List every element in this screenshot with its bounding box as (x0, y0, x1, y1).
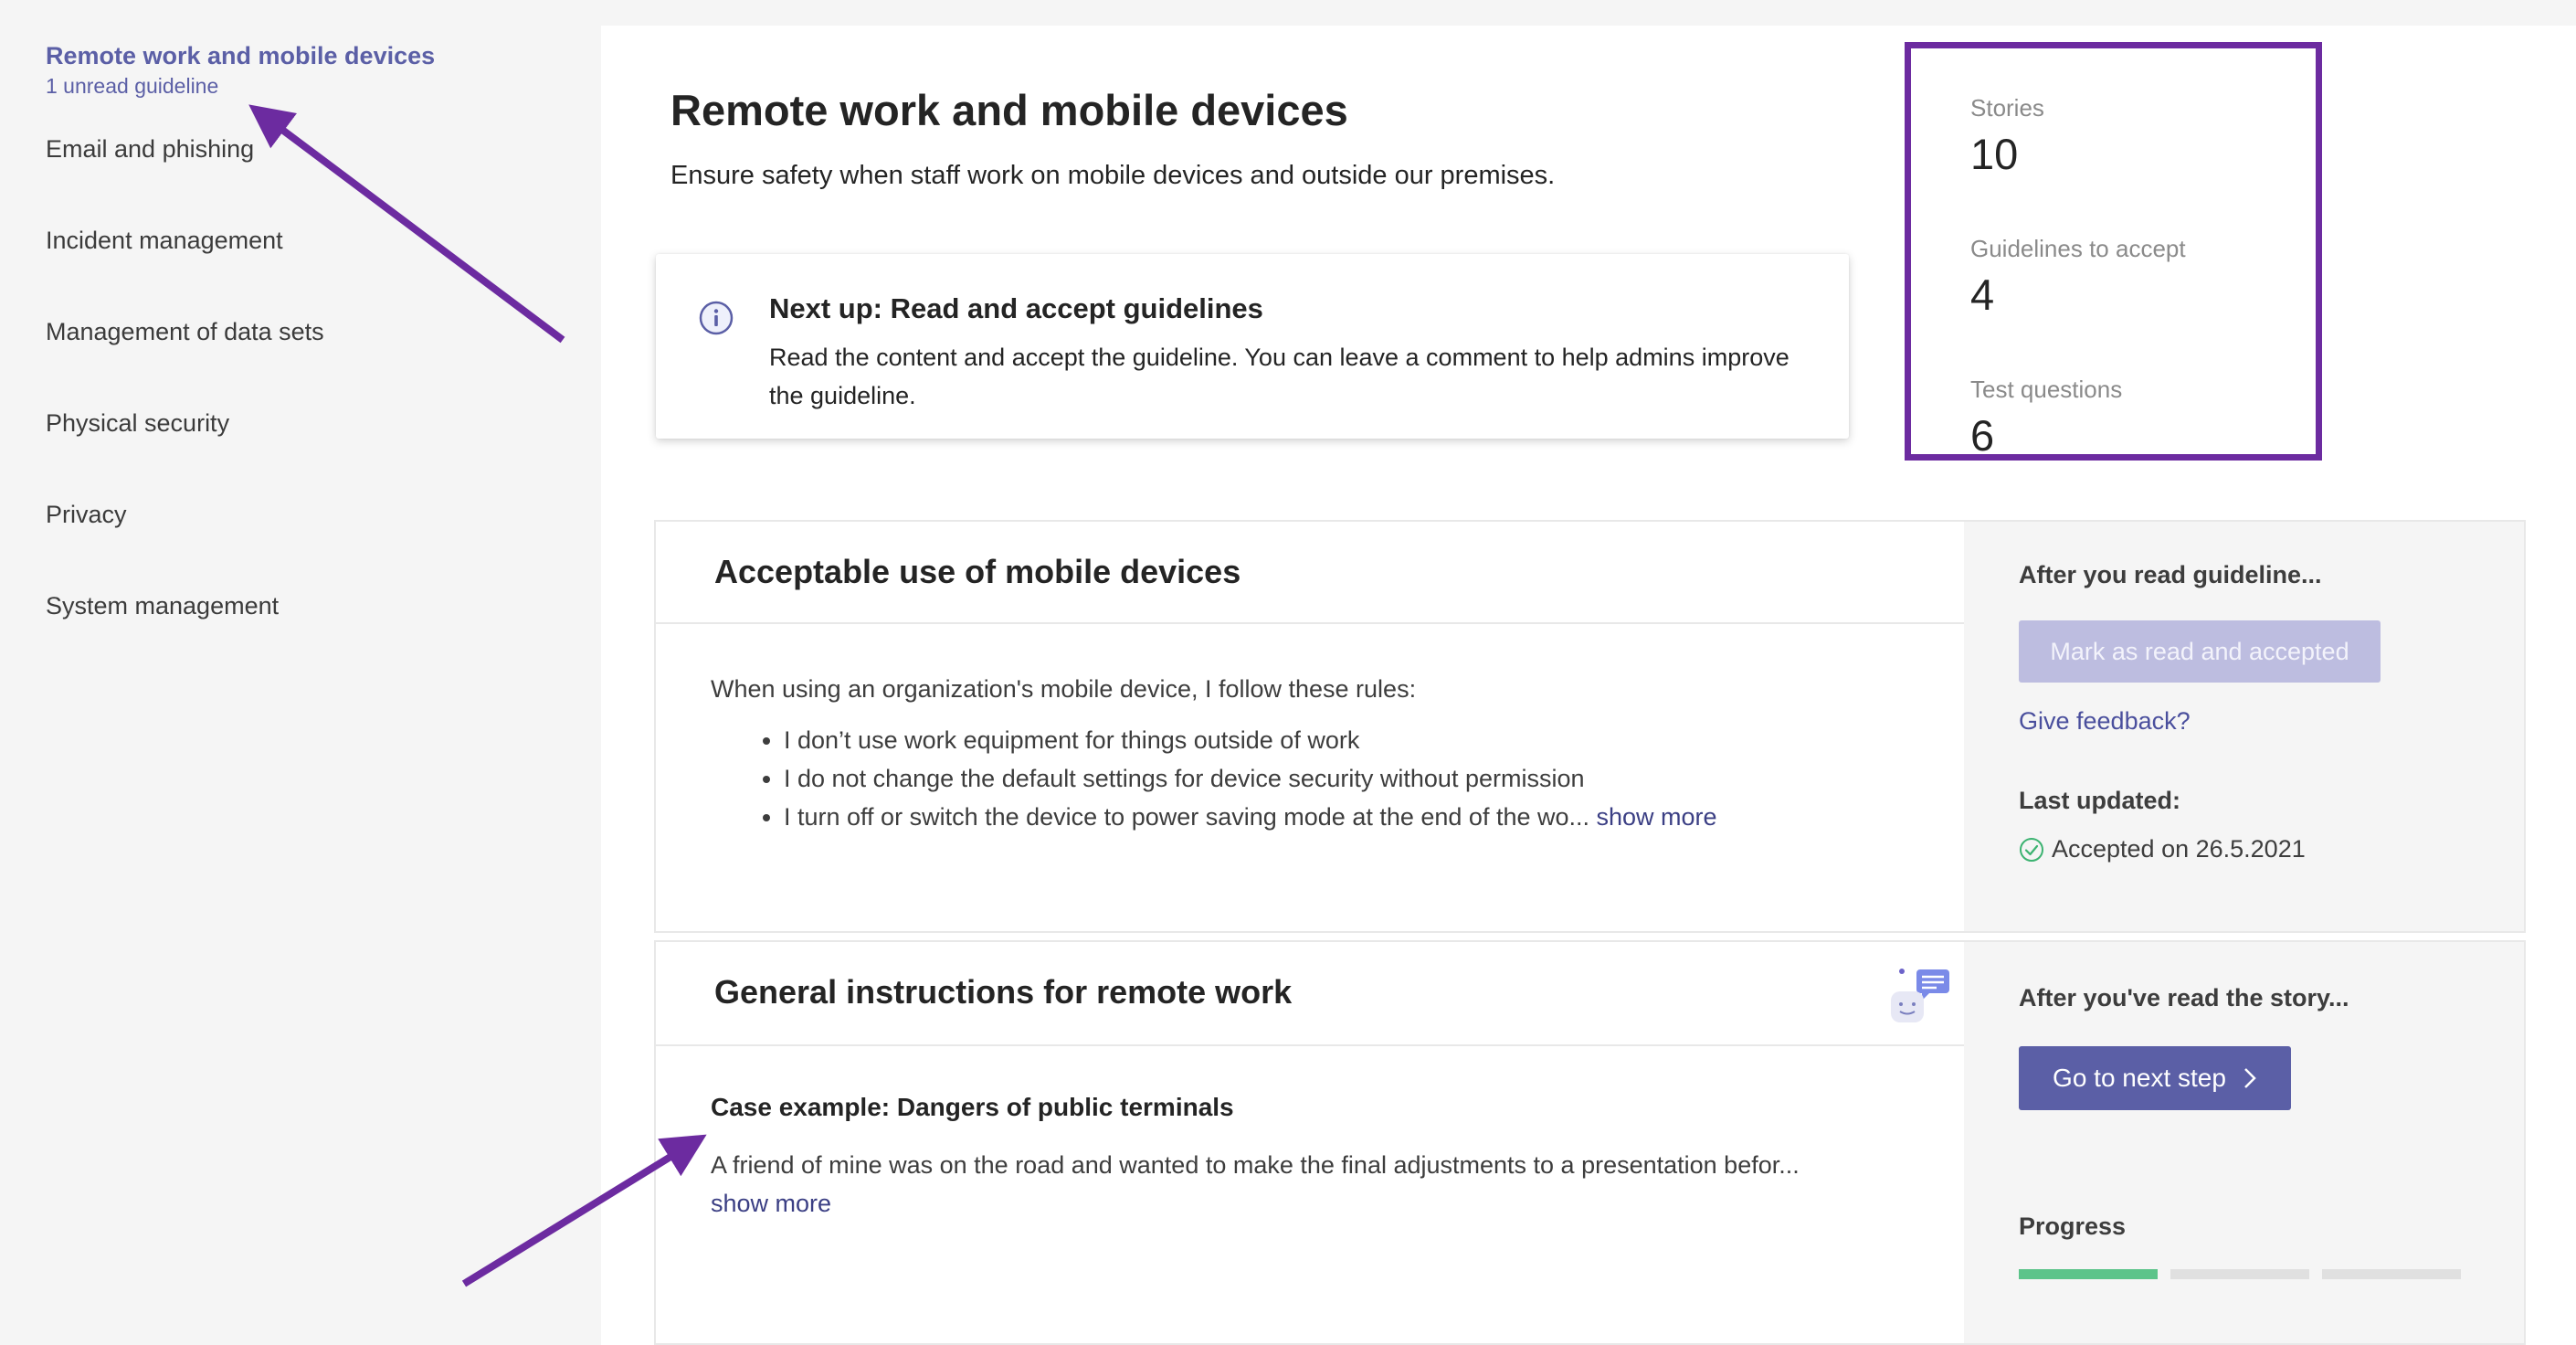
show-more-link[interactable]: show more (711, 1190, 831, 1217)
sidebar-item-system-management[interactable]: System management (46, 592, 279, 620)
case-example-title: Case example: Dangers of public terminal… (711, 1093, 1234, 1121)
after-story-heading: After you've read the story... (2019, 984, 2349, 1011)
mark-read-button[interactable]: Mark as read and accepted (2019, 620, 2381, 683)
check-circle-icon (2020, 837, 2043, 862)
progress-label: Progress (2019, 1213, 2127, 1240)
test-questions-label: Test questions (1970, 376, 2123, 403)
chevron-right-icon (2244, 1068, 2256, 1088)
next-up-text: Read the content and accept the guidelin… (769, 344, 1789, 409)
guideline-rules-list: I don’t use work equipment for things ou… (711, 721, 1717, 836)
progress-segment (2170, 1269, 2309, 1279)
guideline-header: Acceptable use of mobile devices (656, 522, 1964, 624)
story-card: General instructions for remote work Cas… (654, 940, 2526, 1345)
sidebar-item-label: System management (46, 592, 280, 620)
case-example-text: A friend of mine was on the road and wan… (711, 1146, 1807, 1223)
sidebar-item-remote-work[interactable]: Remote work and mobile devices 1 unread … (46, 42, 435, 99)
list-item: I do not change the default settings for… (784, 759, 1717, 798)
stories-value: 10 (1970, 130, 2019, 178)
case-excerpt: A friend of mine was on the road and wan… (711, 1151, 1800, 1179)
list-item: I turn off or switch the device to power… (784, 798, 1717, 836)
accepted-date: Accepted on 26.5.2021 (2052, 835, 2306, 863)
sidebar-item-physical-security[interactable]: Physical security (46, 409, 229, 438)
sidebar-item-label: Privacy (46, 501, 127, 528)
guideline-actions: After you read guideline... Mark as read… (1964, 522, 2524, 931)
sidebar-item-privacy[interactable]: Privacy (46, 501, 127, 529)
unread-count: 1 unread guideline (46, 74, 219, 98)
guideline-title: Acceptable use of mobile devices (714, 553, 1241, 590)
page-title: Remote work and mobile devices (670, 86, 1348, 134)
accepted-status: Accepted on 26.5.2021 (2019, 835, 2306, 863)
sidebar-item-label: Email and phishing (46, 135, 255, 163)
chat-bot-icon (1891, 969, 1949, 1022)
sidebar: Remote work and mobile devices 1 unread … (0, 0, 601, 1345)
give-feedback-link[interactable]: Give feedback? (2019, 707, 2191, 736)
guideline-card: Acceptable use of mobile devices When us… (654, 520, 2526, 933)
page-description: Ensure safety when staff work on mobile … (670, 161, 1556, 190)
sidebar-item-label: Remote work and mobile devices (46, 42, 436, 69)
progress-segment (2019, 1269, 2158, 1279)
sidebar-item-incident-management[interactable]: Incident management (46, 227, 283, 255)
stats-panel: Stories 10 Guidelines to accept 4 Test q… (1905, 42, 2322, 461)
rule-text: I turn off or switch the device to power… (784, 803, 1589, 831)
stories-label: Stories (1970, 94, 2044, 122)
sidebar-item-label: Management of data sets (46, 318, 324, 345)
main-panel: Remote work and mobile devices Ensure sa… (601, 26, 2576, 1345)
story-title: General instructions for remote work (714, 973, 1293, 1011)
next-step-label: Go to next step (2053, 1064, 2226, 1092)
next-step-button[interactable]: Go to next step (2019, 1046, 2291, 1110)
progress-segment (2322, 1269, 2461, 1279)
next-up-title: Next up: Read and accept guidelines (769, 292, 1263, 324)
sidebar-item-label: Physical security (46, 409, 230, 437)
story-actions: After you've read the story... Go to nex… (1964, 942, 2524, 1343)
rule-text: I don’t use work equipment for things ou… (784, 726, 1360, 754)
story-content: General instructions for remote work Cas… (656, 942, 1964, 1343)
guideline-content: Acceptable use of mobile devices When us… (656, 522, 1964, 931)
list-item: I don’t use work equipment for things ou… (784, 721, 1717, 759)
last-updated-label: Last updated: (2019, 787, 2181, 814)
next-up-callout: Next up: Read and accept guidelines Read… (656, 254, 1849, 439)
sidebar-item-data-sets[interactable]: Management of data sets (46, 318, 324, 346)
after-read-heading: After you read guideline... (2019, 561, 2322, 588)
guidelines-label: Guidelines to accept (1970, 235, 2186, 262)
guideline-intro: When using an organization's mobile devi… (711, 675, 1417, 703)
rule-text: I do not change the default settings for… (784, 765, 1585, 792)
guidelines-value: 4 (1970, 270, 1995, 319)
info-icon (699, 301, 734, 335)
sidebar-item-label: Incident management (46, 227, 283, 254)
story-header: General instructions for remote work (656, 942, 1964, 1046)
show-more-link[interactable]: show more (1597, 803, 1717, 831)
test-questions-value: 6 (1970, 411, 1995, 460)
sidebar-item-email-phishing[interactable]: Email and phishing (46, 135, 254, 164)
